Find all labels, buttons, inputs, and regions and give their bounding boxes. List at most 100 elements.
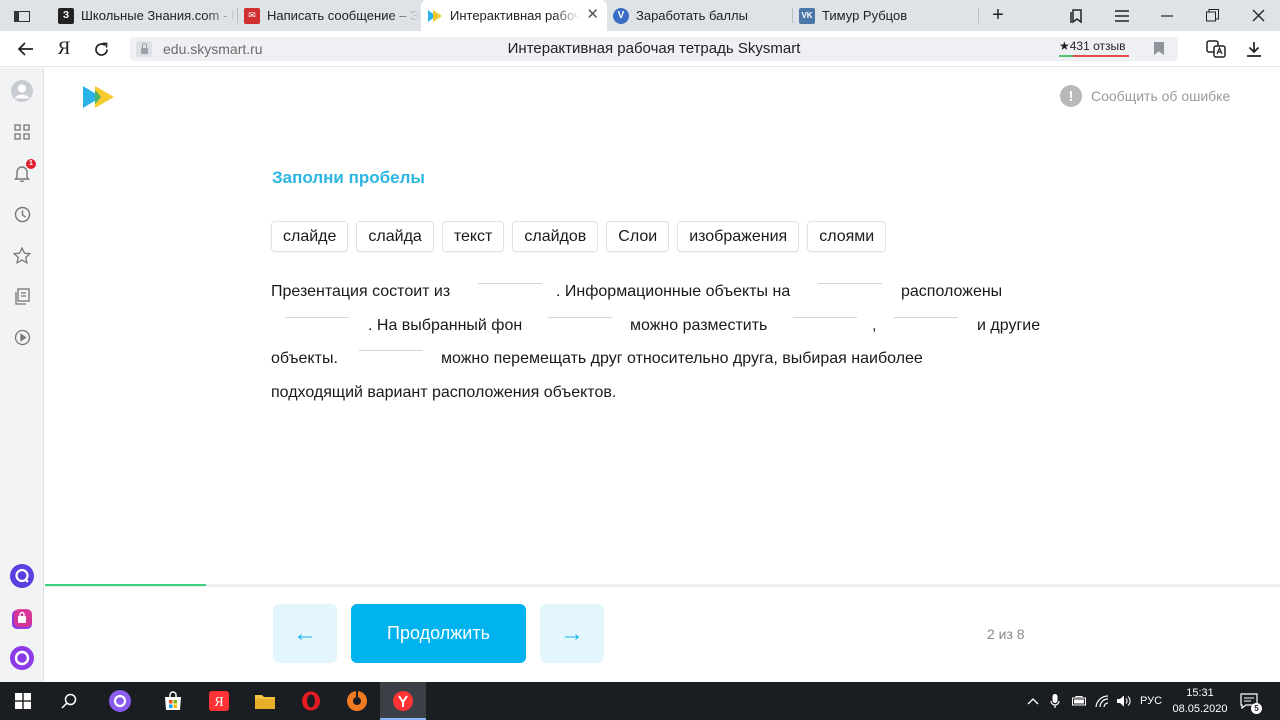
wifi-icon[interactable]: [1095, 682, 1111, 720]
continue-label: Продолжить: [387, 623, 490, 643]
services-grid-icon[interactable]: [10, 120, 34, 144]
favorites-star-icon[interactable]: [10, 243, 34, 267]
new-tab-icon[interactable]: +: [976, 0, 1020, 31]
text-segment: . Информационные объекты на: [556, 283, 791, 300]
browser-navigation-bar: Я edu.skysmart.ru Интерактивная рабочая …: [0, 31, 1280, 67]
tab-title: Тимур Рубцов: [822, 8, 908, 23]
alice-taskbar-icon[interactable]: [97, 682, 143, 720]
bookmarks-icon[interactable]: [1055, 0, 1099, 31]
page-counter: 2 из 8: [987, 626, 1025, 642]
text-segment: . На выбранный фон: [368, 317, 523, 334]
download-icon[interactable]: [1241, 37, 1267, 61]
word-chip[interactable]: Слои: [606, 221, 670, 252]
input-language[interactable]: РУС: [1140, 682, 1162, 720]
blank-slot[interactable]: [793, 317, 857, 318]
text-line-3: объекты. можно перемещать друг относител…: [271, 345, 1061, 375]
close-tab-icon[interactable]: ✕: [586, 7, 599, 23]
profile-avatar-icon[interactable]: [10, 79, 34, 103]
tray-expand-icon[interactable]: [1027, 682, 1041, 720]
blank-slot[interactable]: [359, 350, 423, 351]
reviews-link[interactable]: ★431 отзыв: [1059, 39, 1126, 53]
microsoft-store-icon[interactable]: [150, 682, 196, 720]
tab-title: Интерактивная рабоча: [450, 8, 580, 23]
next-button[interactable]: →: [540, 604, 604, 663]
yandex-taskbar-icon[interactable]: Я: [196, 682, 242, 720]
blank-slot[interactable]: [818, 283, 882, 284]
browser-tab-strip: З Школьные Знания.com - Р ✉ Написать соо…: [0, 0, 1280, 31]
text-line-1: Презентация состоит из . Информационные …: [271, 278, 1061, 308]
word-chip[interactable]: текст: [441, 221, 505, 252]
messenger-icon[interactable]: [10, 564, 34, 588]
translate-icon[interactable]: [1203, 37, 1229, 61]
word-chip[interactable]: слоями: [807, 221, 887, 252]
store-bag-icon[interactable]: [10, 607, 34, 631]
tab-skysmart[interactable]: Интерактивная рабоча ✕: [421, 0, 607, 31]
task-title: Заполни пробелы: [272, 168, 425, 187]
reload-icon[interactable]: [88, 37, 114, 61]
text-segment: объекты.: [271, 350, 338, 367]
znania-icon: З: [58, 7, 74, 24]
word-chip[interactable]: изображения: [677, 221, 800, 252]
media-app-icon[interactable]: [334, 682, 380, 720]
tab-title: Школьные Знания.com - Р: [81, 8, 236, 23]
continue-button[interactable]: Продолжить: [351, 604, 526, 663]
close-window-icon[interactable]: [1236, 0, 1280, 31]
tab-earn-points[interactable]: V Заработать баллы: [607, 0, 791, 31]
search-icon[interactable]: [46, 682, 92, 720]
tab-title: Написать сообщение – Э: [267, 8, 420, 23]
report-error-link[interactable]: ! Сообщить об ошибке: [1060, 85, 1230, 107]
blank-slot[interactable]: [285, 317, 349, 318]
opera-icon[interactable]: [288, 682, 334, 720]
word-chip[interactable]: слайде: [271, 221, 349, 252]
mail-icon: ✉: [244, 7, 260, 24]
tabs-panel-icon[interactable]: [10, 7, 34, 25]
history-clock-icon[interactable]: [10, 202, 34, 226]
report-error-label: Сообщить об ошибке: [1091, 88, 1231, 104]
microphone-icon[interactable]: [1050, 682, 1062, 720]
tab-vk[interactable]: VK Тимур Рубцов: [793, 0, 977, 31]
word-bank: слайде слайда текст слайдов Слои изображ…: [271, 221, 887, 252]
text-segment: и другие: [977, 317, 1041, 334]
arrow-left-icon: ←: [293, 619, 317, 647]
prev-button[interactable]: ←: [273, 604, 337, 663]
blank-slot[interactable]: [548, 317, 612, 318]
skysmart-icon: [427, 8, 443, 24]
menu-icon[interactable]: [1100, 0, 1144, 31]
back-arrow-icon[interactable]: [13, 37, 39, 61]
clock-time: 15:31: [1186, 687, 1214, 699]
tab-mail[interactable]: ✉ Написать сообщение – Э: [238, 0, 421, 31]
system-clock[interactable]: 15:31 08.05.2020: [1168, 685, 1232, 717]
notifications-bell-icon[interactable]: 1: [10, 159, 36, 185]
exclamation-icon: !: [1060, 85, 1082, 107]
collections-icon[interactable]: [10, 284, 34, 308]
start-windows-icon[interactable]: [0, 682, 46, 720]
minimize-icon[interactable]: [1145, 0, 1189, 31]
clock-date: 08.05.2020: [1172, 703, 1228, 715]
blank-slot[interactable]: [894, 317, 958, 318]
text-segment: Презентация состоит из: [271, 283, 451, 300]
notification-badge: 1: [26, 159, 36, 169]
text-segment: можно разместить: [630, 317, 768, 334]
windows-taskbar: Я РУС 15:31 08.05.2020 5: [0, 682, 1280, 720]
battery-icon[interactable]: [1072, 682, 1088, 720]
arrow-right-icon: →: [560, 619, 584, 647]
notification-count-badge: 5: [1251, 703, 1262, 714]
restore-icon[interactable]: [1190, 0, 1234, 31]
skysmart-logo-icon[interactable]: [83, 86, 117, 108]
text-segment: расположены: [901, 283, 1003, 300]
tab-title: Заработать баллы: [636, 8, 748, 23]
text-segment: подходящий вариант расположения объектов…: [271, 384, 617, 401]
yandex-home-icon[interactable]: Я: [51, 37, 77, 61]
tab-znania[interactable]: З Школьные Знания.com - Р: [52, 0, 236, 31]
address-bar[interactable]: edu.skysmart.ru Интерактивная рабочая те…: [130, 37, 1178, 61]
file-explorer-icon[interactable]: [242, 682, 288, 720]
action-center-icon[interactable]: 5: [1240, 682, 1262, 720]
blank-slot[interactable]: [478, 283, 542, 284]
video-play-icon[interactable]: [10, 325, 34, 349]
alice-assistant-icon[interactable]: [10, 646, 34, 670]
yandex-browser-taskbar-icon[interactable]: [380, 682, 426, 720]
word-chip[interactable]: слайдов: [512, 221, 599, 252]
word-chip[interactable]: слайда: [356, 221, 434, 252]
text-segment: ,: [872, 317, 877, 334]
volume-icon[interactable]: [1116, 682, 1132, 720]
